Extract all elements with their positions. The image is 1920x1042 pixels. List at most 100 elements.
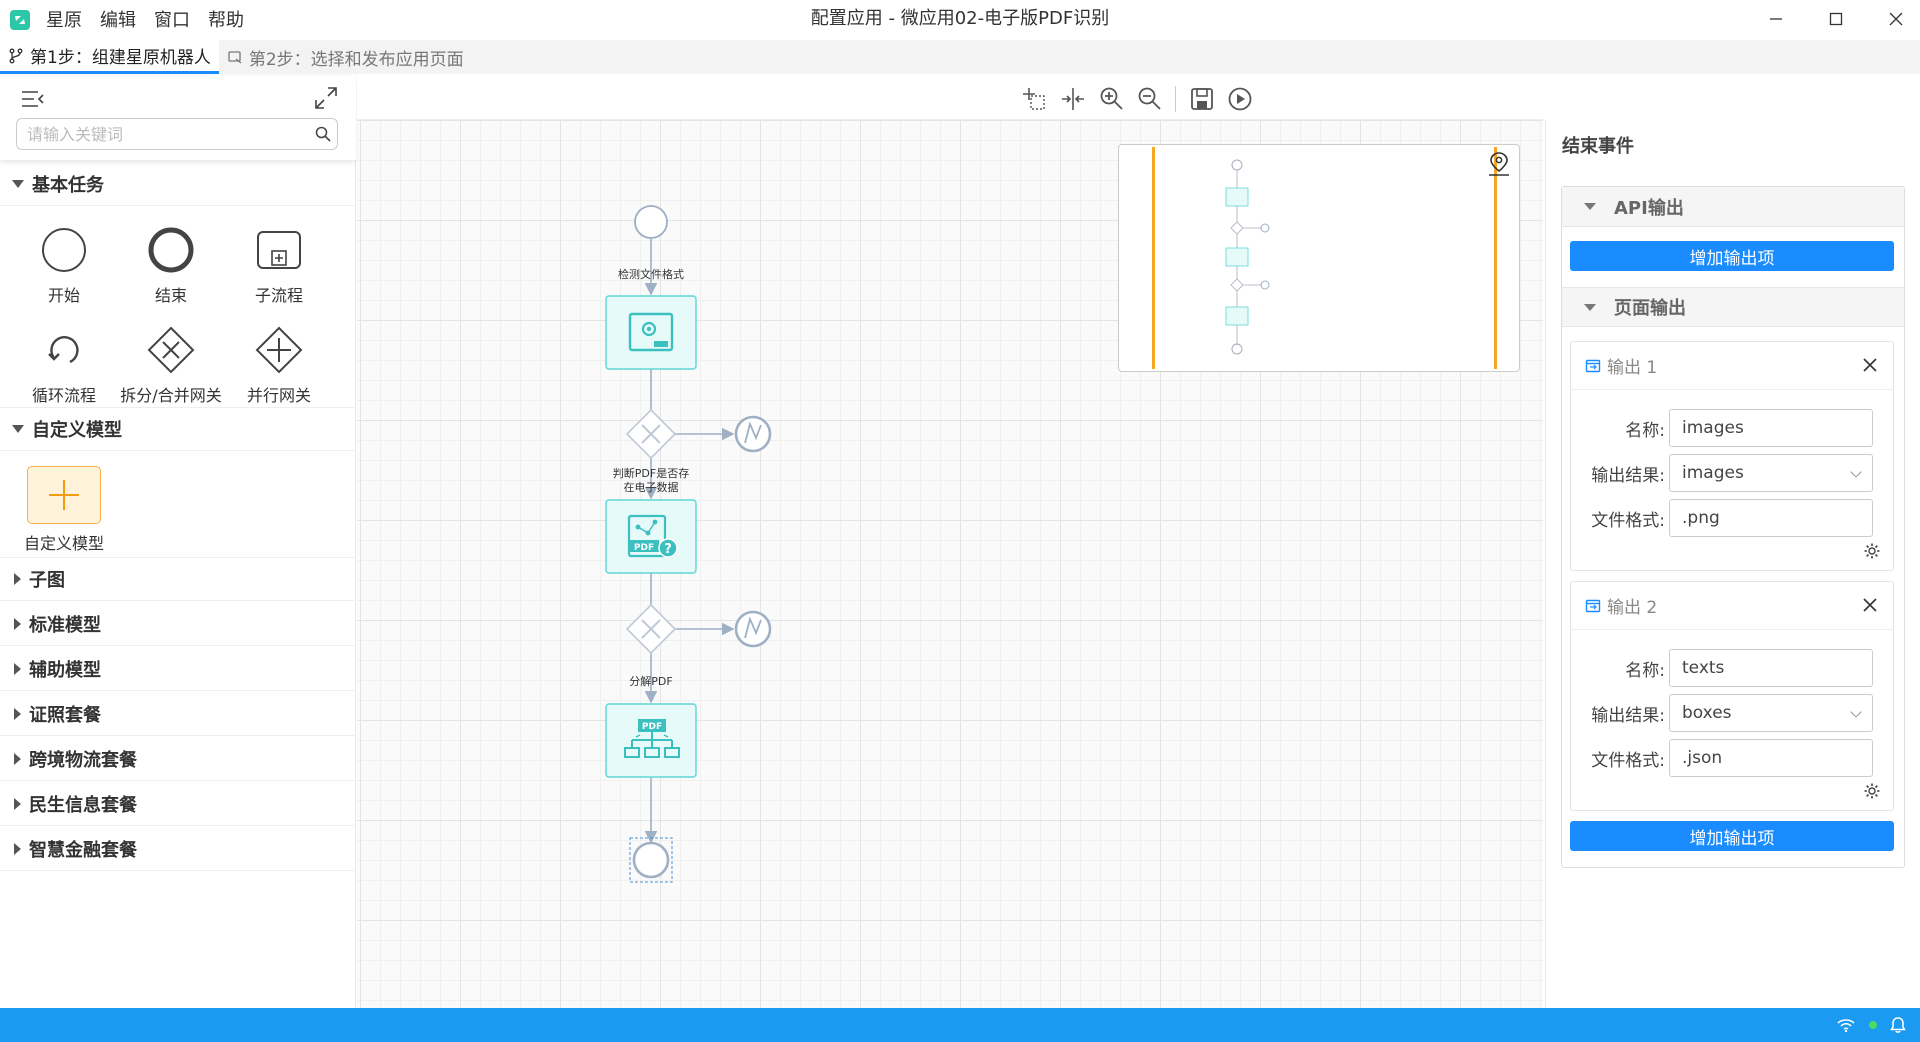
palette-custom-model-label: 自定义模型 xyxy=(23,534,104,553)
output-name-row: 名称: xyxy=(1585,648,1889,688)
menu-help[interactable]: 帮助 xyxy=(208,6,244,32)
caret-right-icon xyxy=(14,797,21,810)
flow-start-event[interactable] xyxy=(634,205,668,239)
palette-subprocess[interactable]: 子流程 xyxy=(224,224,334,314)
palette-parallel-label: 并行网关 xyxy=(246,386,311,405)
properties-panel: 结束事件 API输出 增加输出项 页面输出 输出 1 名称: 输出结果: xyxy=(1545,120,1920,1008)
search-icon[interactable] xyxy=(309,120,337,148)
palette-start-label: 开始 xyxy=(47,286,80,305)
task-judge-pdf-electronic[interactable]: PDF ? xyxy=(605,499,697,574)
pdf-badge-text: PDF xyxy=(642,722,662,732)
section-livelihood-pack[interactable]: 民生信息套餐 xyxy=(0,782,356,826)
pdf-badge-text: PDF xyxy=(634,543,654,553)
output-result-label: 输出结果: xyxy=(1591,705,1665,726)
maximize-icon xyxy=(1829,12,1843,26)
branch-icon xyxy=(9,48,23,63)
exclusive-gateway-1[interactable] xyxy=(625,408,677,460)
palette-split-merge-label: 拆分/合并网关 xyxy=(120,386,222,405)
remove-output-button[interactable] xyxy=(1857,592,1883,618)
maximize-button[interactable] xyxy=(1812,0,1860,38)
caret-right-icon xyxy=(14,617,21,630)
palette-start[interactable]: 开始 xyxy=(9,224,119,314)
section-basic-tasks[interactable]: 基本任务 xyxy=(0,162,356,206)
output-format-input[interactable] xyxy=(1669,739,1873,777)
tab-step-2[interactable]: 第2步：选择和发布应用页面 xyxy=(219,40,472,74)
menu-xingyuan[interactable]: 星原 xyxy=(46,6,82,32)
palette-custom-model[interactable]: 自定义模型 xyxy=(9,466,119,556)
section-standard-models[interactable]: 标准模型 xyxy=(0,602,356,646)
section-page-output-label: 页面输出 xyxy=(1614,298,1686,319)
palette-end[interactable]: 结束 xyxy=(116,224,226,314)
close-icon xyxy=(1863,598,1877,612)
palette-loop-label: 循环流程 xyxy=(31,386,96,405)
menu-window[interactable]: 窗口 xyxy=(154,6,190,32)
section-page-output[interactable]: 页面输出 xyxy=(1562,287,1904,327)
step-tabs: 第1步：组建星原机器人 第2步：选择和发布应用页面 xyxy=(0,40,1920,74)
parallel-gateway-icon xyxy=(253,324,305,376)
connection-status-icon xyxy=(1869,1021,1877,1029)
flow-end-event[interactable] xyxy=(629,837,673,883)
palette-end-label: 结束 xyxy=(154,286,187,305)
section-finance-pack[interactable]: 智慧金融套餐 xyxy=(0,827,356,871)
output-format-label: 文件格式: xyxy=(1591,510,1665,531)
section-auxiliary-models[interactable]: 辅助模型 xyxy=(0,647,356,691)
palette-split-merge-gateway[interactable]: 拆分/合并网关 xyxy=(116,324,226,414)
error-end-event-2[interactable] xyxy=(734,610,772,648)
output-format-row: 文件格式: xyxy=(1585,498,1889,538)
output-format-input[interactable] xyxy=(1669,499,1873,537)
task-split-label: 分解PDF xyxy=(629,674,672,688)
section-certificate-pack[interactable]: 证照套餐 xyxy=(0,692,356,736)
end-event-icon xyxy=(145,224,197,276)
loop-icon xyxy=(38,324,90,376)
window-controls xyxy=(1740,0,1920,38)
output-card-title: 输出 2 xyxy=(1607,598,1658,618)
output-result-value: images xyxy=(1682,463,1744,483)
section-api-output[interactable]: API输出 xyxy=(1562,187,1904,227)
error-end-event-1[interactable] xyxy=(734,415,772,453)
palette-parallel-gateway[interactable]: 并行网关 xyxy=(224,324,334,414)
caret-down-icon xyxy=(1584,203,1596,210)
task-split-pdf[interactable]: PDF xyxy=(605,703,697,778)
caret-right-icon xyxy=(14,573,21,585)
output-result-select[interactable]: images xyxy=(1669,454,1873,492)
remove-output-button[interactable] xyxy=(1857,352,1883,378)
window-title: 配置应用 - 微应用02-电子版PDF识别 xyxy=(810,8,1110,29)
output-name-input[interactable] xyxy=(1669,649,1873,687)
palette-loop[interactable]: 循环流程 xyxy=(9,324,119,414)
add-custom-model-icon xyxy=(27,466,101,524)
exclusive-gateway-2[interactable] xyxy=(625,603,677,655)
close-icon xyxy=(1889,12,1903,26)
output-result-select[interactable]: boxes xyxy=(1669,694,1873,732)
search-input[interactable] xyxy=(17,120,309,148)
add-api-output-button[interactable]: 增加输出项 xyxy=(1570,241,1894,271)
section-basic-tasks-label: 基本任务 xyxy=(32,174,104,196)
page-publish-icon xyxy=(228,51,242,64)
output-card-1: 输出 1 名称: 输出结果: images 文件格式: xyxy=(1570,341,1894,571)
expand-icon[interactable] xyxy=(312,84,340,112)
gear-icon[interactable] xyxy=(1863,542,1881,560)
start-event-icon xyxy=(38,224,90,276)
flow-canvas[interactable]: 检测文件格式 判断PDF是否存 在电子数据 PDF ? 分解PDF PDF xyxy=(357,76,1543,1008)
add-page-output-button[interactable]: 增加输出项 xyxy=(1570,821,1894,851)
gear-icon[interactable] xyxy=(1863,782,1881,800)
output-card-2: 输出 2 名称: 输出结果: boxes 文件格式: xyxy=(1570,581,1894,811)
section-certificate-pack-label: 证照套餐 xyxy=(29,704,101,726)
output-name-input[interactable] xyxy=(1669,409,1873,447)
properties-box: API输出 增加输出项 页面输出 输出 1 名称: 输出结果: images xyxy=(1561,186,1905,868)
tab-step-2-label: 第2步：选择和发布应用页面 xyxy=(248,49,464,70)
palette-subprocess-label: 子流程 xyxy=(254,286,303,305)
output-card-header: 输出 1 xyxy=(1571,342,1893,390)
close-window-button[interactable] xyxy=(1872,0,1920,38)
section-custom-models[interactable]: 自定义模型 xyxy=(0,407,356,451)
section-logistics-pack[interactable]: 跨境物流套餐 xyxy=(0,737,356,781)
title-bar: 星原 编辑 窗口 帮助 配置应用 - 微应用02-电子版PDF识别 xyxy=(0,0,1920,38)
collapse-panel-icon[interactable] xyxy=(20,86,46,112)
bell-icon[interactable] xyxy=(1890,1016,1906,1034)
task-detect-file-format[interactable] xyxy=(605,295,697,370)
menu-edit[interactable]: 编辑 xyxy=(100,6,136,32)
task-detect-label: 检测文件格式 xyxy=(618,267,684,281)
tab-step-1[interactable]: 第1步：组建星原机器人 xyxy=(0,40,219,74)
section-subgraph[interactable]: 子图 xyxy=(0,557,356,601)
minimize-button[interactable] xyxy=(1752,0,1800,38)
task-judge-label-2: 在电子数据 xyxy=(624,480,679,494)
